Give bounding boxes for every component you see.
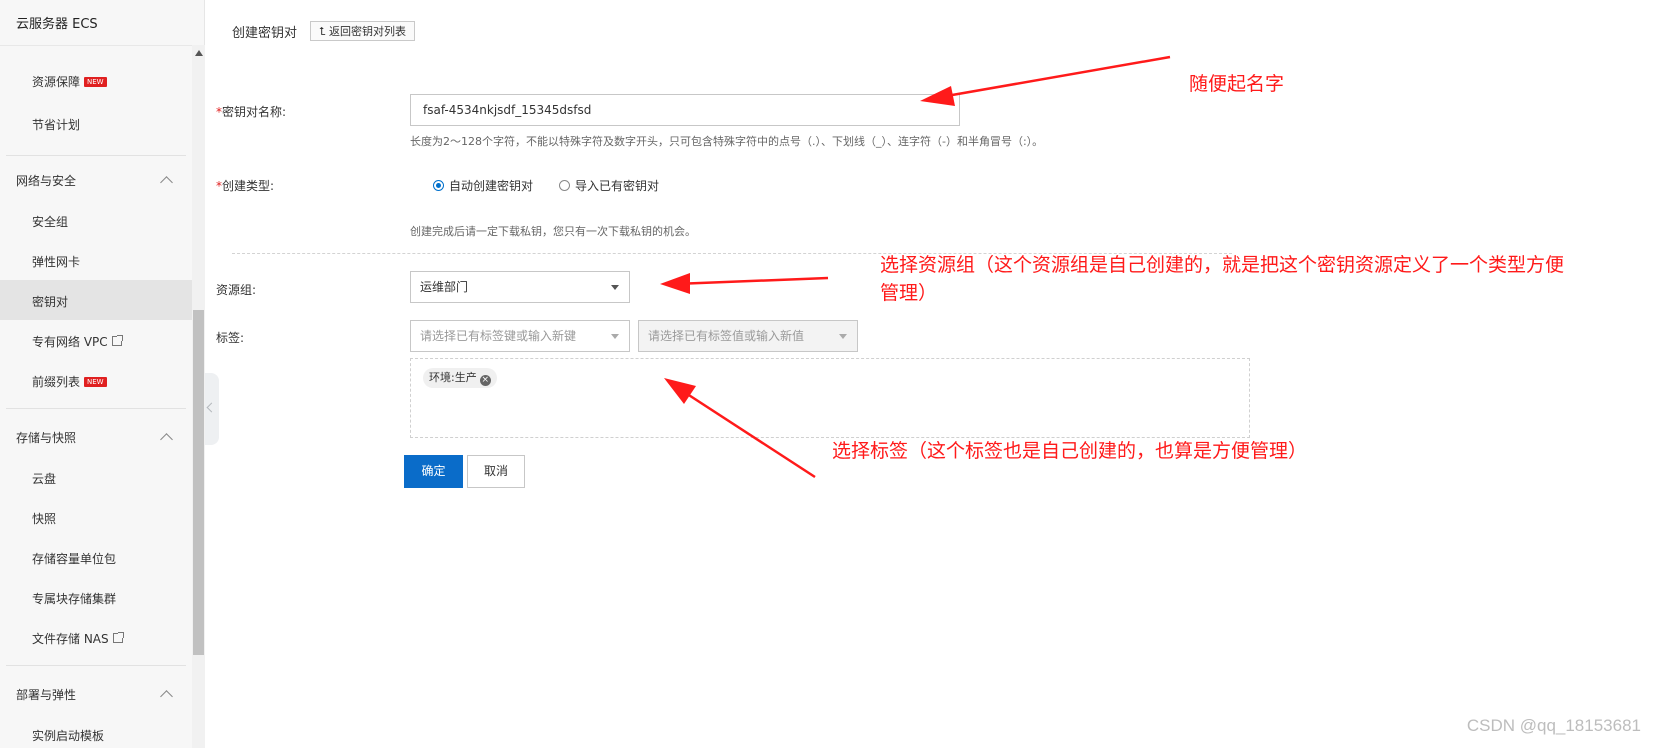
type-hint: 创建完成后请一定下载私钥，您只有一次下载私钥的机会。	[410, 225, 696, 238]
remove-tag-icon[interactable]: ×	[479, 375, 491, 386]
type-label: *创建类型:	[216, 179, 275, 193]
name-hint: 长度为2～128个字符，不能以特殊字符及数字开头，只可包含特殊字符中的点号（.）…	[410, 135, 1044, 148]
radio-auto-create[interactable]: 自动创建密钥对	[433, 177, 533, 194]
name-label: *密钥对名称:	[216, 105, 287, 119]
sidebar-divider	[6, 665, 186, 666]
scroll-up-arrow-icon[interactable]	[195, 50, 203, 56]
radio-unchecked-icon[interactable]	[559, 180, 570, 191]
keypair-name-input[interactable]: fsaf-4534nkjsdf_15345dsfsd	[410, 94, 960, 126]
annotation-note-name: 随便起名字	[1189, 73, 1285, 95]
sidebar-item-prefix-list[interactable]: 前缀列表 NEW	[32, 373, 107, 390]
sidebar-divider	[6, 408, 186, 409]
sidebar-item-savings-plan[interactable]: 节省计划	[32, 116, 80, 133]
watermark: CSDN @qq_18153681	[1466, 716, 1641, 735]
sidebar-item-resource-guarantee[interactable]: 资源保障 NEW	[32, 73, 107, 90]
sidebar-item-nas[interactable]: 文件存储 NAS	[32, 630, 124, 647]
sidebar: 云服务器 ECS 资源保障 NEW 节省计划 网络与安全 安全组 弹性网卡 密钥对…	[0, 0, 205, 748]
sidebar-scroll-thumb[interactable]	[193, 310, 204, 655]
page-title: 创建密钥对	[232, 26, 298, 41]
radio-import-existing[interactable]: 导入已有密钥对	[559, 177, 659, 194]
sidebar-item-keypair[interactable]: 密钥对	[32, 293, 68, 310]
sidebar-title-divider	[0, 45, 192, 46]
resource-group-label: 资源组:	[216, 283, 257, 297]
sidebar-item-launch-template[interactable]: 实例启动模板	[32, 727, 104, 744]
external-link-icon	[112, 632, 124, 643]
sidebar-item-eni[interactable]: 弹性网卡	[32, 253, 80, 270]
tag-chip: 环境:生产 ×	[423, 368, 497, 388]
new-badge: NEW	[84, 77, 107, 87]
external-link-icon	[111, 335, 123, 346]
sidebar-item-vpc[interactable]: 专有网络 VPC	[32, 333, 123, 350]
sidebar-title: 云服务器 ECS	[16, 17, 98, 32]
sidebar-active-highlight	[0, 280, 192, 320]
sidebar-group-deploy[interactable]: 部署与弹性	[16, 686, 76, 703]
confirm-button[interactable]: 确定	[404, 455, 463, 488]
tags-label: 标签:	[216, 331, 245, 345]
sidebar-item-disk[interactable]: 云盘	[32, 470, 56, 487]
annotation-arrow-resource-group	[660, 273, 829, 294]
annotation-note-resource-group-line1: 选择资源组（这个资源组是自己创建的，就是把这个密钥资源定义了一个类型方便	[880, 254, 1565, 276]
chevron-up-icon[interactable]	[160, 690, 173, 703]
radio-checked-icon[interactable]	[433, 180, 444, 191]
cancel-button[interactable]: 取消	[467, 455, 525, 488]
dropdown-caret-icon	[839, 334, 847, 339]
sidebar-item-scu[interactable]: 存储容量单位包	[32, 550, 116, 567]
back-to-list-button[interactable]: ⮤ 返回密钥对列表	[310, 21, 415, 41]
sidebar-divider	[6, 155, 186, 156]
back-arrow-icon: ⮤	[319, 25, 326, 38]
tag-key-select[interactable]: 请选择已有标签键或输入新键	[410, 320, 630, 352]
dropdown-caret-icon	[611, 334, 619, 339]
new-badge: NEW	[84, 377, 107, 387]
sidebar-group-network[interactable]: 网络与安全	[16, 172, 76, 189]
chevron-up-icon[interactable]	[160, 433, 173, 446]
dropdown-caret-icon	[611, 285, 619, 290]
annotation-note-resource-group-line2: 管理）	[880, 282, 938, 304]
tag-value-select[interactable]: 请选择已有标签值或输入新值	[638, 320, 858, 352]
annotation-note-tags: 选择标签（这个标签也是自己创建的，也算是方便管理）	[832, 440, 1308, 462]
chevron-up-icon[interactable]	[160, 176, 173, 189]
sidebar-group-storage[interactable]: 存储与快照	[16, 429, 76, 446]
sidebar-item-dedicated-block-storage[interactable]: 专属块存储集群	[32, 590, 116, 607]
sidebar-item-security-group[interactable]: 安全组	[32, 213, 68, 230]
resource-group-select[interactable]: 运维部门	[410, 271, 630, 303]
sidebar-collapse-handle[interactable]	[205, 373, 219, 445]
sidebar-item-snapshot[interactable]: 快照	[32, 510, 56, 527]
selected-tags-area: 环境:生产 ×	[410, 358, 1250, 438]
